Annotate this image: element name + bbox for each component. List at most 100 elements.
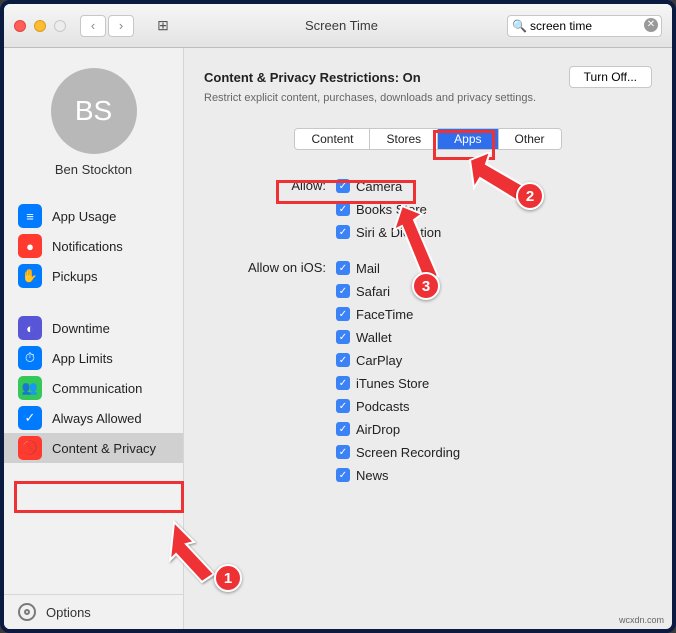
checkbox-airdrop[interactable]: ✓AirDrop	[336, 419, 460, 439]
checkbox-label: Books Store	[356, 202, 427, 217]
checkbox-safari[interactable]: ✓Safari	[336, 281, 460, 301]
zoom-button[interactable]	[54, 20, 66, 32]
sidebar-item-pickups[interactable]: ✋ Pickups	[4, 261, 183, 291]
checkbox-label: iTunes Store	[356, 376, 429, 391]
sidebar-item-label: Notifications	[52, 239, 123, 254]
sidebar-item-app-usage[interactable]: ≡ App Usage	[4, 201, 183, 231]
checkbox-label: CarPlay	[356, 353, 402, 368]
allow-ios-label: Allow on iOS:	[204, 258, 336, 485]
preferences-window: ‹ › ⊞ Screen Time 🔍 ✕ BS Ben Stockton ≡ A…	[0, 0, 676, 633]
sidebar-footer[interactable]: Options	[4, 594, 183, 629]
checkbox-label: News	[356, 468, 389, 483]
allow-row: Allow: ✓ Camera ✓ Books Store ✓ Siri & Dict…	[204, 176, 652, 242]
app-usage-icon: ≡	[18, 204, 42, 228]
checkbox-camera[interactable]: ✓ Camera	[336, 176, 441, 196]
checkbox-label: FaceTime	[356, 307, 413, 322]
checkbox-label: Camera	[356, 179, 402, 194]
sidebar-item-label: Downtime	[52, 321, 110, 336]
forward-button[interactable]: ›	[108, 15, 134, 37]
checkbox-wallet[interactable]: ✓ Wallet	[336, 327, 460, 347]
sidebar-item-label: Content & Privacy	[52, 441, 156, 456]
checkbox-label: Siri & Dictation	[356, 225, 441, 240]
show-all-button[interactable]: ⊞	[150, 15, 176, 37]
checkbox-icon: ✓	[336, 376, 350, 390]
window-title: Screen Time	[186, 18, 497, 33]
back-button[interactable]: ‹	[80, 15, 106, 37]
close-button[interactable]	[14, 20, 26, 32]
checkbox-facetime[interactable]: ✓ FaceTime	[336, 304, 460, 324]
checkbox-icon: ✓	[336, 225, 350, 239]
checkbox-siri-dictation[interactable]: ✓ Siri & Dictation	[336, 222, 441, 242]
sidebar-item-label: Pickups	[52, 269, 98, 284]
search-input[interactable]	[507, 15, 662, 37]
sidebar-item-label: App Limits	[52, 351, 113, 366]
checkbox-label: Wallet	[356, 330, 392, 345]
user-name: Ben Stockton	[4, 162, 183, 177]
allow-label: Allow:	[204, 176, 336, 242]
notifications-icon: ●	[18, 234, 42, 258]
checkbox-icon: ✓	[336, 468, 350, 482]
tab-apps[interactable]: Apps	[438, 129, 498, 149]
options-label: Options	[46, 605, 91, 620]
annotation-badge-3: 3	[412, 272, 440, 300]
sidebar-item-downtime[interactable]: ◐ Downtime	[4, 313, 183, 343]
header-row: Content & Privacy Restrictions: On Turn …	[204, 66, 652, 88]
tab-other[interactable]: Other	[499, 129, 561, 149]
sidebar-item-label: Always Allowed	[52, 411, 142, 426]
downtime-icon: ◐	[18, 316, 42, 340]
sidebar-item-always-allowed[interactable]: ✓ Always Allowed	[4, 403, 183, 433]
page-title: Content & Privacy Restrictions: On	[204, 70, 421, 85]
tab-bar: Content Stores Apps Other	[294, 128, 561, 150]
checkbox-icon: ✓	[336, 445, 350, 459]
checkbox-news[interactable]: ✓ News	[336, 465, 460, 485]
communication-icon: 👥	[18, 376, 42, 400]
sidebar-item-communication[interactable]: 👥 Communication	[4, 373, 183, 403]
traffic-lights	[14, 20, 66, 32]
checkbox-icon: ✓	[336, 399, 350, 413]
sidebar-item-label: Communication	[52, 381, 142, 396]
clear-search-icon[interactable]: ✕	[644, 18, 658, 32]
checkbox-label: Safari	[356, 284, 390, 299]
avatar: BS	[51, 68, 137, 154]
checkbox-icon: ✓	[336, 179, 350, 193]
pickups-icon: ✋	[18, 264, 42, 288]
allow-ios-list: ✓Mail ✓Safari ✓FaceTime ✓Wallet ✓CarPlay…	[336, 258, 460, 485]
body: BS Ben Stockton ≡ App Usage ● Notification…	[4, 48, 672, 629]
checkbox-label: Screen Recording	[356, 445, 460, 460]
nav-buttons: ‹ ›	[80, 15, 134, 37]
search-field-wrap: 🔍 ✕	[507, 15, 662, 37]
app-limits-icon: ⏱	[18, 346, 42, 370]
checkbox-podcasts[interactable]: ✓Podcasts	[336, 396, 460, 416]
checkbox-itunes-store[interactable]: ✓ iTunes Store	[336, 373, 460, 393]
watermark: wcxdn.com	[619, 615, 664, 625]
checkbox-carplay[interactable]: ✓ CarPlay	[336, 350, 460, 370]
checkbox-books-store[interactable]: ✓ Books Store	[336, 199, 441, 219]
annotation-badge-1: 1	[214, 564, 242, 592]
checkbox-label: Mail	[356, 261, 380, 276]
search-icon: 🔍	[512, 19, 527, 33]
minimize-button[interactable]	[34, 20, 46, 32]
titlebar: ‹ › ⊞ Screen Time 🔍 ✕	[4, 4, 672, 48]
tab-stores[interactable]: Stores	[370, 129, 438, 149]
checkbox-icon: ✓	[336, 330, 350, 344]
checkbox-label: AirDrop	[356, 422, 400, 437]
checkbox-mail[interactable]: ✓ Mail	[336, 258, 460, 278]
checkbox-icon: ✓	[336, 202, 350, 216]
checkbox-screen-recording[interactable]: ✓ Screen Recording	[336, 442, 460, 462]
allow-list: ✓ Camera ✓ Books Store ✓ Siri & Dictation	[336, 176, 441, 242]
tab-content[interactable]: Content	[295, 129, 370, 149]
sidebar-list: ≡ App Usage ● Notifications ✋ Pickups ◐ Down…	[4, 201, 183, 463]
main-panel: Content & Privacy Restrictions: On Turn …	[184, 48, 672, 629]
sidebar-item-label: App Usage	[52, 209, 116, 224]
checkbox-icon: ✓	[336, 261, 350, 275]
turn-off-button[interactable]: Turn Off...	[569, 66, 652, 88]
always-allowed-icon: ✓	[18, 406, 42, 430]
checkbox-icon: ✓	[336, 307, 350, 321]
checkbox-icon: ✓	[336, 353, 350, 367]
annotation-badge-2: 2	[516, 182, 544, 210]
sidebar-item-app-limits[interactable]: ⏱ App Limits	[4, 343, 183, 373]
gear-icon	[18, 603, 36, 621]
sidebar-item-content-privacy[interactable]: 🚫Content & Privacy	[4, 433, 183, 463]
sidebar-item-notifications[interactable]: ● Notifications	[4, 231, 183, 261]
sidebar: BS Ben Stockton ≡ App Usage ● Notification…	[4, 48, 184, 629]
